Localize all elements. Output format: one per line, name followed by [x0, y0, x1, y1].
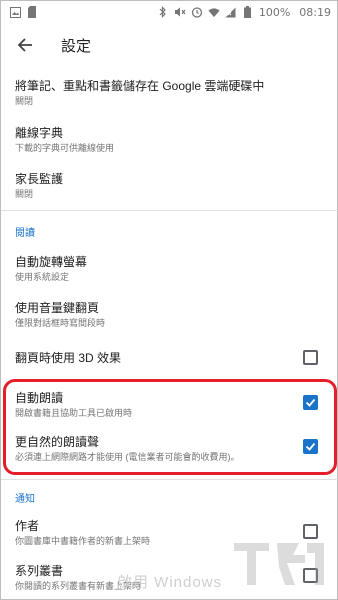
status-right: 100% 08:19 [157, 6, 331, 19]
setting-3d-page-turn[interactable]: 翻頁時使用 3D 效果 [1, 350, 338, 366]
status-left [9, 6, 38, 18]
red-highlight-frame [3, 379, 337, 475]
checkbox-3d-page-turn[interactable] [303, 350, 318, 365]
setting-offline-dictionary[interactable]: 離線字典 下載的字典可供離線使用 [1, 125, 338, 155]
back-button[interactable] [1, 23, 49, 67]
signal-icon [225, 6, 237, 18]
site-logo-watermark [234, 543, 324, 585]
setting-title: 作者 [15, 519, 40, 533]
setting-title: 將筆記、重點和書籤儲存在 Google 雲端硬碟中 [15, 79, 265, 93]
setting-parental-controls[interactable]: 家長監護 關閉 [1, 171, 338, 201]
setting-subtitle: 關閉 [15, 189, 34, 199]
setting-subtitle: 下載的字典可供離線使用 [15, 143, 115, 153]
status-bar: 100% 08:19 [1, 1, 338, 23]
setting-title: 翻頁時使用 3D 效果 [15, 351, 122, 365]
divider [1, 210, 338, 211]
setting-title: 使用音量鍵翻頁 [15, 301, 100, 315]
battery-percent: 100% [258, 5, 291, 19]
app-bar: 設定 [1, 23, 338, 67]
setting-subtitle: 使用系統設定 [15, 272, 70, 282]
setting-title: 離線字典 [15, 126, 64, 140]
section-header-notifications: 通知 [15, 494, 35, 505]
setting-auto-rotate[interactable]: 自動旋轉螢幕 使用系統設定 [1, 254, 338, 284]
arrow-back-icon [17, 38, 32, 52]
wifi-icon [208, 6, 220, 18]
alarm-icon [191, 6, 203, 18]
windows-activation-watermark: 啟用 Windows [117, 574, 223, 591]
page-title: 設定 [61, 37, 92, 55]
setting-subtitle: 關閉 [15, 96, 34, 106]
clock: 08:19 [299, 5, 331, 19]
setting-title: 家長監護 [15, 172, 64, 186]
image-icon [9, 6, 21, 18]
setting-volume-key-turn[interactable]: 使用音量鍵翻頁 僅限對話框時寫間段時 [1, 300, 338, 330]
section-header-reading: 閱讀 [15, 228, 35, 239]
mute-icon [174, 6, 186, 18]
bluetooth-icon [157, 6, 169, 18]
setting-drive-sync[interactable]: 將筆記、重點和書籤儲存在 Google 雲端硬碟中 關閉 [1, 78, 338, 108]
sd-card-icon [26, 6, 38, 18]
battery-icon [242, 6, 254, 18]
setting-subtitle: 僅限對話框時寫間段時 [15, 318, 106, 328]
setting-title: 自動旋轉螢幕 [15, 255, 88, 269]
divider [1, 479, 338, 480]
